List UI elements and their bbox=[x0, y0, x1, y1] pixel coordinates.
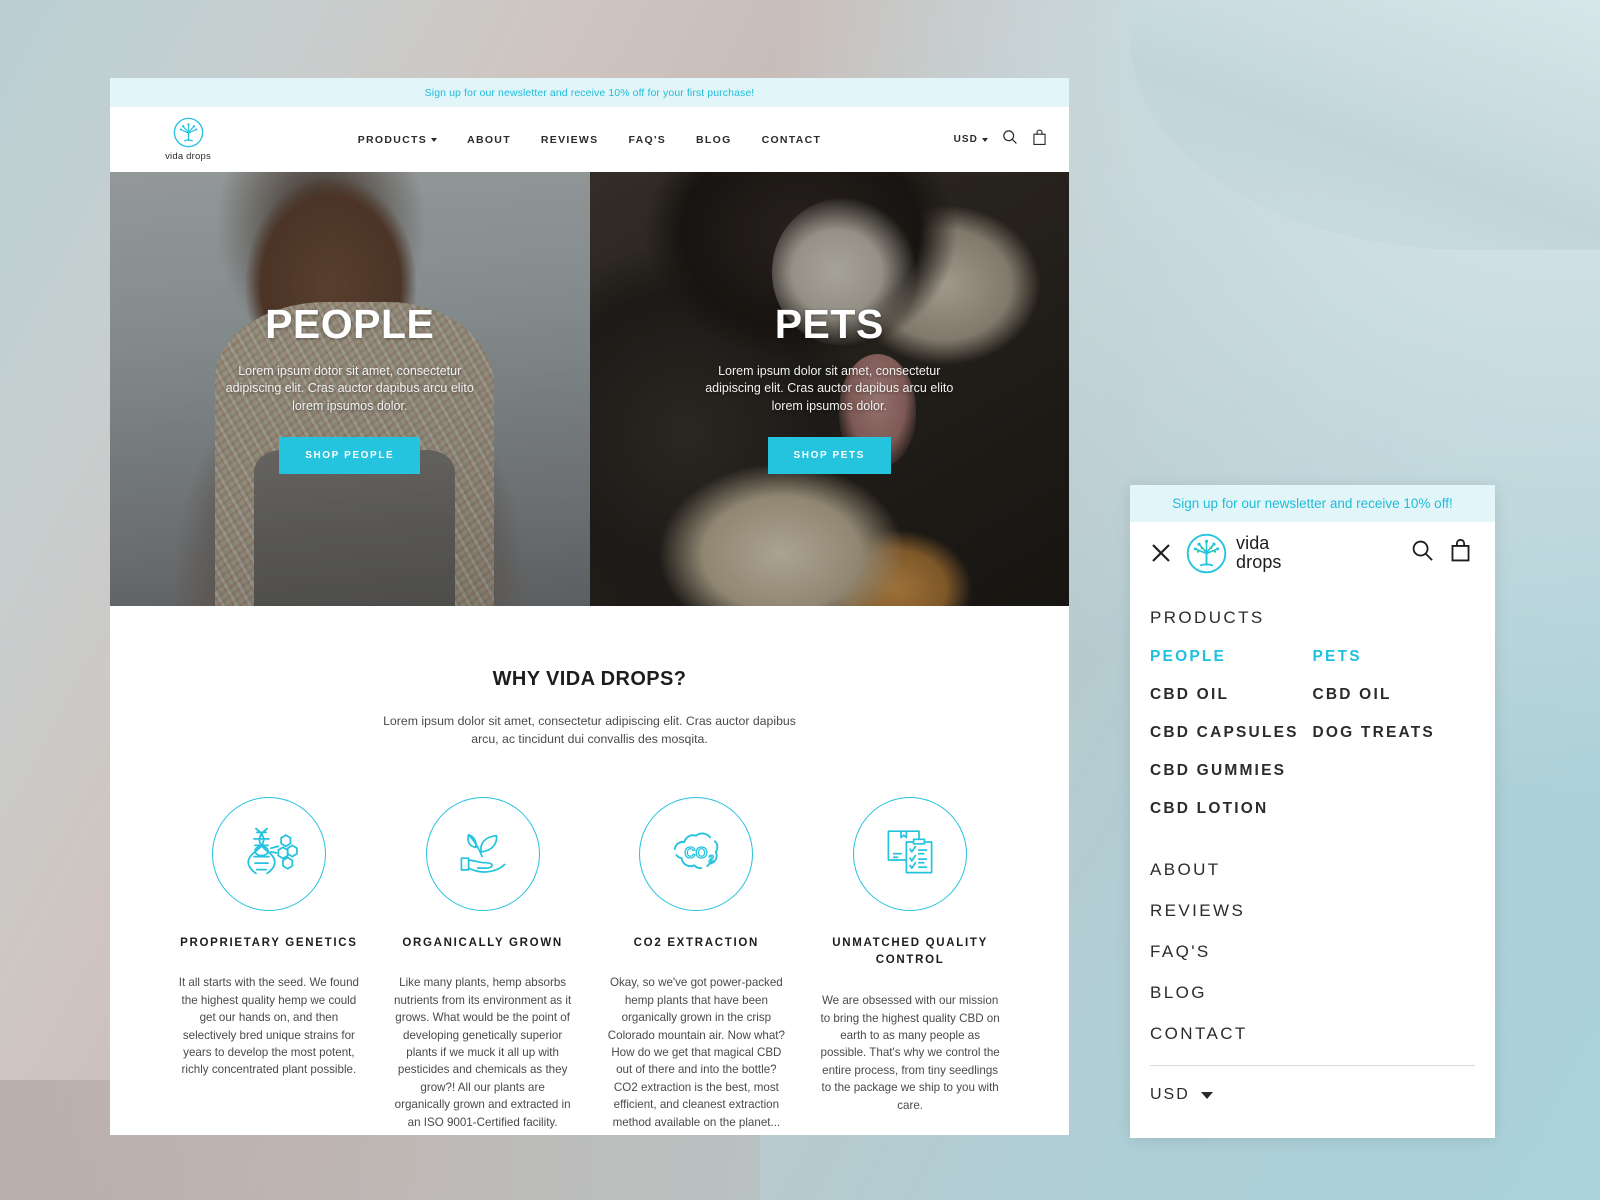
hero-title-people: PEOPLE bbox=[265, 301, 435, 348]
hand-holding-plant-icon bbox=[454, 824, 512, 883]
mobile-announcement-bar[interactable]: Sign up for our newsletter and receive 1… bbox=[1130, 485, 1495, 522]
mobile-column-pets: PETS CBD OIL DOG TREATS bbox=[1313, 648, 1476, 838]
mobile-column-head-people[interactable]: PEOPLE bbox=[1150, 648, 1313, 666]
feature-body: We are obsessed with our mission to brin… bbox=[820, 994, 1000, 1112]
mobile-announcement-text: Sign up for our newsletter and receive 1… bbox=[1172, 496, 1453, 511]
feature-title: ORGANICALLY GROWN bbox=[402, 936, 563, 949]
chevron-down-icon bbox=[1200, 1091, 1213, 1099]
mobile-brand-line1: vida bbox=[1236, 532, 1270, 553]
announcement-text: Sign up for our newsletter and receive 1… bbox=[424, 86, 755, 99]
mobile-header: vida drops bbox=[1130, 522, 1495, 584]
mobile-currency-value: USD bbox=[1150, 1086, 1190, 1103]
mobile-item-pets-cbd-oil[interactable]: CBD OIL bbox=[1313, 686, 1476, 704]
hero-panel-people: PEOPLE Lorem ipsum dotor sit amet, conse… bbox=[110, 172, 590, 606]
brand-name: vida drops bbox=[165, 151, 211, 162]
mobile-menu-body: PRODUCTS PEOPLE CBD OIL CBD CAPSULES CBD… bbox=[1130, 584, 1495, 1104]
svg-text:CO: CO bbox=[685, 845, 708, 862]
hero-section: PEOPLE Lorem ipsum dotor sit amet, conse… bbox=[110, 172, 1069, 606]
feature-body: It all starts with the seed. We found th… bbox=[178, 976, 359, 1077]
why-section-subtitle: Lorem ipsum dolor sit amet, consectetur … bbox=[383, 714, 796, 746]
co2-cloud-icon: CO 2 bbox=[666, 824, 726, 883]
desktop-site-preview: Sign up for our newsletter and receive 1… bbox=[110, 78, 1069, 1135]
nav-item-about[interactable]: ABOUT bbox=[467, 134, 511, 146]
feature-icon-circle bbox=[425, 796, 540, 911]
feature-icon-circle bbox=[853, 796, 968, 911]
mobile-products-columns: PEOPLE CBD OIL CBD CAPSULES CBD GUMMIES … bbox=[1150, 648, 1475, 838]
mobile-brand-line2: drops bbox=[1236, 552, 1282, 572]
svg-text:2: 2 bbox=[709, 854, 715, 865]
feature-grid: PROPRIETARY GENETICS It all starts with … bbox=[162, 796, 1017, 1131]
feature-body: Like many plants, hemp absorbs nutrients… bbox=[394, 976, 572, 1129]
close-icon[interactable] bbox=[1150, 542, 1172, 564]
shop-pets-button[interactable]: SHOP PETS bbox=[767, 436, 891, 474]
nav-item-reviews[interactable]: REVIEWS bbox=[541, 134, 599, 146]
shopping-bag-icon[interactable] bbox=[1450, 538, 1471, 567]
mobile-header-actions bbox=[1411, 538, 1471, 567]
feature-title: PROPRIETARY GENETICS bbox=[180, 936, 358, 949]
mobile-link-about[interactable]: ABOUT bbox=[1150, 860, 1475, 880]
why-section-title: WHY VIDA DROPS? bbox=[492, 668, 687, 690]
hero-subtitle-people: Lorem ipsum dotor sit amet, consectetur … bbox=[225, 364, 474, 413]
mobile-item-people-cbd-lotion[interactable]: CBD LOTION bbox=[1150, 800, 1313, 818]
brand-logo[interactable]: vida drops bbox=[140, 117, 236, 162]
tree-circle-logo-icon bbox=[173, 117, 204, 148]
announcement-bar[interactable]: Sign up for our newsletter and receive 1… bbox=[110, 78, 1069, 107]
mobile-link-blog[interactable]: BLOG bbox=[1150, 983, 1475, 1003]
currency-selector[interactable]: USD bbox=[954, 134, 988, 145]
shop-people-button[interactable]: SHOP PEOPLE bbox=[279, 436, 421, 474]
nav-item-blog[interactable]: BLOG bbox=[696, 134, 732, 146]
nav-item-products[interactable]: PRODUCTS bbox=[357, 133, 438, 146]
shopping-bag-icon[interactable] bbox=[1032, 129, 1047, 151]
chevron-down-icon bbox=[982, 138, 988, 142]
feature-card-organic: ORGANICALLY GROWN Like many plants, hemp… bbox=[376, 796, 590, 1131]
feature-title: UNMATCHED QUALITY CONTROL bbox=[832, 936, 989, 967]
feature-icon-circle bbox=[211, 796, 326, 911]
mobile-products-heading[interactable]: PRODUCTS bbox=[1150, 608, 1475, 628]
mobile-links: ABOUT REVIEWS FAQ'S BLOG CONTACT bbox=[1150, 860, 1475, 1044]
mobile-link-reviews[interactable]: REVIEWS bbox=[1150, 901, 1475, 921]
nav-item-contact[interactable]: CONTACT bbox=[762, 134, 822, 146]
mobile-currency-selector[interactable]: USD bbox=[1150, 1086, 1475, 1104]
mobile-brand-logo[interactable]: vida drops bbox=[1186, 533, 1282, 574]
mobile-column-people: PEOPLE CBD OIL CBD CAPSULES CBD GUMMIES … bbox=[1150, 648, 1313, 838]
hero-subtitle-pets: Lorem ipsum dolor sit amet, consectetur … bbox=[705, 364, 954, 413]
dna-molecule-icon bbox=[240, 823, 298, 884]
feature-card-co2: CO 2 CO2 EXTRACTION Okay, so we've got p… bbox=[590, 796, 804, 1131]
mobile-item-people-cbd-gummies[interactable]: CBD GUMMIES bbox=[1150, 762, 1313, 780]
mobile-item-pets-dog-treats[interactable]: DOG TREATS bbox=[1313, 724, 1476, 742]
search-icon[interactable] bbox=[1002, 129, 1018, 150]
search-icon[interactable] bbox=[1411, 539, 1434, 567]
header-actions: USD bbox=[954, 129, 1047, 151]
mobile-link-contact[interactable]: CONTACT bbox=[1150, 1024, 1475, 1044]
feature-title: CO2 EXTRACTION bbox=[633, 936, 760, 949]
feature-icon-circle: CO 2 bbox=[639, 796, 754, 911]
nav-label: PRODUCTS bbox=[357, 133, 428, 146]
feature-card-genetics: PROPRIETARY GENETICS It all starts with … bbox=[162, 796, 376, 1131]
mobile-divider bbox=[1150, 1065, 1475, 1066]
mobile-item-people-cbd-oil[interactable]: CBD OIL bbox=[1150, 686, 1313, 704]
mobile-menu-preview: Sign up for our newsletter and receive 1… bbox=[1130, 485, 1495, 1138]
hero-panel-pets: PETS Lorem ipsum dolor sit amet, consect… bbox=[589, 172, 1069, 606]
feature-body: Okay, so we've got power-packed hemp pla… bbox=[607, 976, 785, 1129]
mobile-link-faqs[interactable]: FAQ'S bbox=[1150, 942, 1475, 962]
mobile-item-people-cbd-capsules[interactable]: CBD CAPSULES bbox=[1150, 724, 1313, 742]
mobile-column-head-pets[interactable]: PETS bbox=[1313, 648, 1476, 666]
tree-circle-logo-icon bbox=[1186, 533, 1227, 574]
why-section: WHY VIDA DROPS? Lorem ipsum dolor sit am… bbox=[110, 606, 1069, 1131]
feature-card-quality: UNMATCHED QUALITY CONTROL We are obsesse… bbox=[803, 796, 1017, 1131]
nav-item-faqs[interactable]: FAQ'S bbox=[628, 134, 666, 146]
main-nav: PRODUCTS ABOUT REVIEWS FAQ'S BLOG CONTAC… bbox=[110, 134, 1069, 146]
hero-title-pets: PETS bbox=[774, 301, 884, 348]
box-clipboard-checklist-icon bbox=[882, 824, 938, 883]
mobile-brand-name: vida drops bbox=[1236, 532, 1282, 572]
chevron-down-icon bbox=[431, 138, 438, 142]
currency-value: USD bbox=[953, 134, 978, 145]
site-header: vida drops PRODUCTS ABOUT REVIEWS FAQ'S … bbox=[110, 107, 1069, 172]
